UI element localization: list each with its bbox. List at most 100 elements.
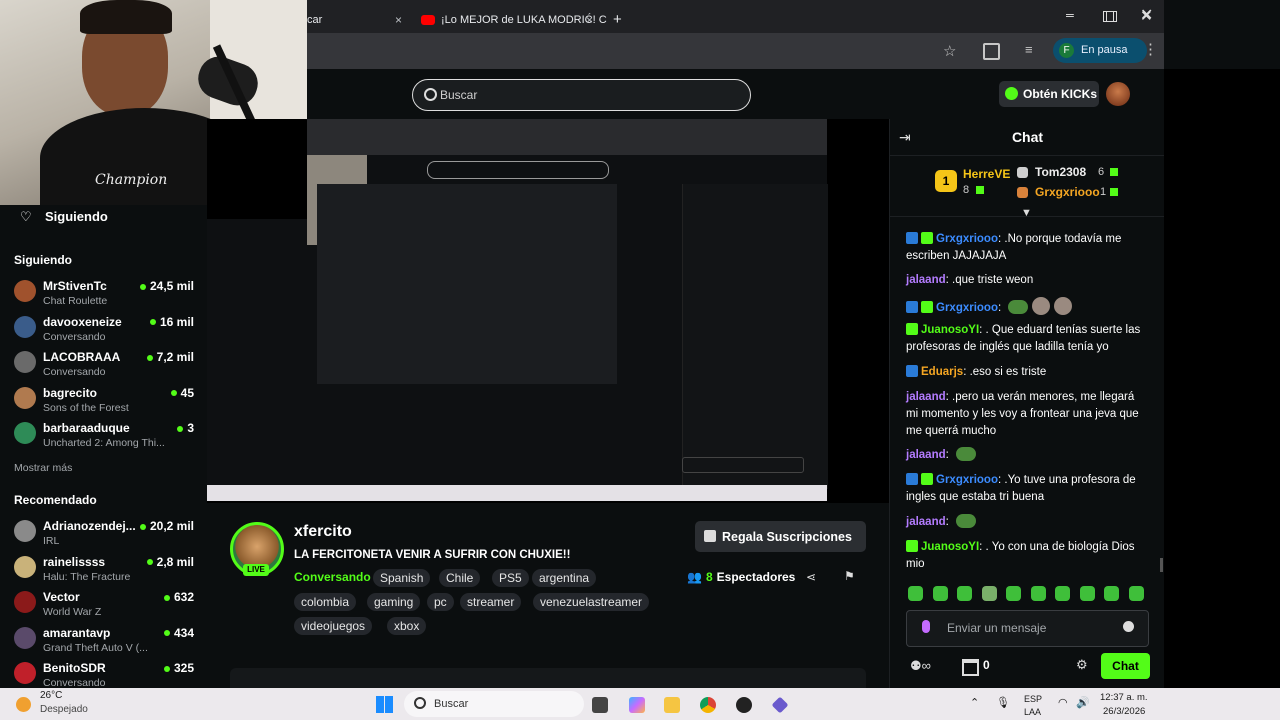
copilot-icon[interactable]	[629, 697, 645, 713]
category-link[interactable]: Conversando	[294, 570, 371, 584]
viewer-number: 24,5 mil	[149, 279, 194, 293]
minimize-icon-vis[interactable]: –	[1066, 7, 1074, 23]
scrollbar-thumb[interactable]	[1160, 558, 1163, 572]
tag[interactable]: Chile	[439, 569, 481, 587]
search-input[interactable]: Buscar	[440, 88, 477, 102]
viewer-number: 20,2 mil	[149, 519, 194, 533]
chrome-icon[interactable]	[700, 697, 716, 713]
following-channel[interactable]: LACOBRAAA Conversando 7,2 mil	[14, 349, 194, 383]
lang-top[interactable]: ESP	[1024, 694, 1042, 704]
channel-avatar	[14, 315, 36, 338]
wifi-icon[interactable]: ◠	[1058, 696, 1068, 709]
lang-bottom[interactable]: LAA	[1024, 707, 1041, 717]
tray-chevron-icon[interactable]: ⌃	[970, 696, 979, 709]
taskbar-search[interactable]: Buscar	[404, 691, 584, 717]
chat-message: JuanosoYI: . Que eduard tenías suerte la…	[906, 323, 1141, 353]
recommended-channel[interactable]: Adrianozendej... IRL 20,2 mil	[14, 518, 194, 552]
chat-panel: ⇥ Chat 1 HerreVE 8 Tom2308 6 Grxgxriooo …	[889, 119, 1165, 688]
following-channel[interactable]: MrStivenTc Chat Roulette 24,5 mil	[14, 278, 194, 312]
recommended-channel[interactable]: amarantavp Grand Theft Auto V (... 434	[14, 625, 194, 659]
chat-send-button[interactable]: Chat	[1101, 653, 1150, 679]
chat-username[interactable]: jalaand	[906, 449, 946, 461]
live-badge: LIVE	[243, 564, 269, 576]
user-avatar[interactable]	[1106, 82, 1130, 106]
get-kicks-button[interactable]: Obtén KICKs	[999, 81, 1099, 107]
chat-username[interactable]: Grxgxriooo	[936, 474, 998, 486]
viewer-number: 16 mil	[159, 314, 194, 329]
chat-username[interactable]: jalaand	[906, 274, 946, 286]
show-more-link[interactable]: Mostrar más	[14, 462, 72, 474]
mic-icon[interactable]	[922, 620, 930, 633]
chat-username[interactable]: jalaand	[906, 391, 946, 403]
tag[interactable]: videojuegos	[294, 617, 373, 635]
gift-subscriptions-button[interactable]: Regala Suscripciones	[695, 521, 866, 552]
video-player[interactable]	[207, 119, 889, 503]
close-tab-icon[interactable]: ×	[586, 13, 593, 27]
microphone-tray-icon[interactable]: 🎙	[996, 696, 1010, 709]
task-view-icon[interactable]	[592, 697, 608, 713]
tag[interactable]: venezuelastreamer	[533, 593, 650, 611]
chat-input[interactable]: Enviar un mensaje	[906, 610, 1149, 647]
channel-name[interactable]: xfercito	[294, 523, 352, 541]
report-icon[interactable]: ⚑	[844, 569, 855, 583]
emote-icon[interactable]	[1104, 586, 1119, 601]
tag[interactable]: Spanish	[373, 569, 431, 587]
live-dot-icon	[163, 630, 170, 637]
gift-icon	[704, 530, 716, 542]
following-channel[interactable]: barbaraaduque Uncharted 2: Among Thi... 3	[14, 420, 194, 454]
recommended-channel[interactable]: Vector World War Z 632	[14, 589, 194, 623]
volume-icon[interactable]: 🔊	[1076, 696, 1090, 709]
browser-tab-1[interactable]: car ×	[307, 6, 407, 33]
expand-leaderboard-icon[interactable]: ▼	[1021, 207, 1032, 219]
media-control-icon[interactable]: ≡	[1025, 42, 1033, 57]
app-icon[interactable]	[771, 696, 789, 714]
tag[interactable]: PS5	[492, 569, 529, 587]
tag[interactable]: pc	[427, 593, 454, 611]
following-channel[interactable]: bagrecito Sons of the Forest 45	[14, 385, 194, 419]
emote-icon[interactable]	[1030, 586, 1046, 601]
close-window-icon-vis[interactable]: ✕	[1140, 7, 1153, 25]
emote-icon[interactable]	[932, 586, 948, 601]
tag[interactable]: colombia	[294, 593, 357, 611]
chat-username[interactable]: Grxgxriooo	[936, 302, 998, 314]
tag[interactable]: streamer	[460, 593, 522, 611]
chat-username[interactable]: Grxgxriooo	[936, 233, 998, 245]
emote-icon[interactable]	[1128, 586, 1144, 601]
restore-icon-vis[interactable]	[1103, 11, 1114, 22]
bookmark-star-icon[interactable]: ☆	[943, 42, 956, 60]
browser-menu-icon[interactable]: ⋮	[1143, 40, 1158, 58]
recommended-channel[interactable]: rainelissss Halu: The Fracture 2,8 mil	[14, 554, 194, 588]
start-icon[interactable]	[376, 696, 393, 713]
clock-time[interactable]: 12:37 a. m.	[1100, 692, 1148, 703]
chat-username[interactable]: Eduarjs	[921, 366, 963, 378]
tag[interactable]: gaming	[367, 593, 421, 611]
browser-tab-2[interactable]: ¡Lo MEJOR de LUKA MODRIĆ! C ×	[421, 6, 611, 33]
emote-icon[interactable]	[1079, 586, 1095, 601]
obs-icon[interactable]	[736, 697, 752, 713]
points-icon[interactable]: ⚉∞	[910, 658, 931, 674]
new-tab-button[interactable]: +	[613, 6, 622, 33]
settings-icon[interactable]: ⚙	[1076, 657, 1088, 673]
file-explorer-icon[interactable]	[664, 697, 680, 713]
search-box[interactable]: Buscar	[412, 79, 751, 111]
emote-icon[interactable]	[957, 586, 972, 601]
chat-username[interactable]: jalaand	[906, 516, 946, 528]
emote-icon[interactable]	[981, 586, 997, 601]
store-icon[interactable]	[962, 659, 979, 676]
profile-paused-button[interactable]: F En pausa	[1053, 38, 1147, 63]
tag[interactable]: argentina	[532, 569, 597, 587]
chat-username[interactable]: JuanosoYI	[921, 541, 979, 553]
youtube-icon	[421, 14, 435, 25]
emote-icon[interactable]	[1055, 586, 1070, 601]
extensions-icon[interactable]	[983, 43, 1000, 60]
share-icon[interactable]: ⋖	[806, 570, 816, 584]
chat-username[interactable]: JuanosoYI	[921, 324, 979, 336]
tag[interactable]: xbox	[387, 617, 427, 635]
close-tab-icon[interactable]: ×	[395, 13, 402, 27]
emote-icon[interactable]	[908, 586, 923, 601]
profile-status-label: En pausa	[1081, 44, 1128, 56]
clock-date[interactable]: 26/3/2026	[1103, 706, 1145, 717]
emote-icon[interactable]	[1006, 586, 1021, 601]
emoji-icon[interactable]	[1123, 621, 1134, 632]
following-channel[interactable]: davooxeneize Conversando 16 mil	[14, 314, 194, 348]
